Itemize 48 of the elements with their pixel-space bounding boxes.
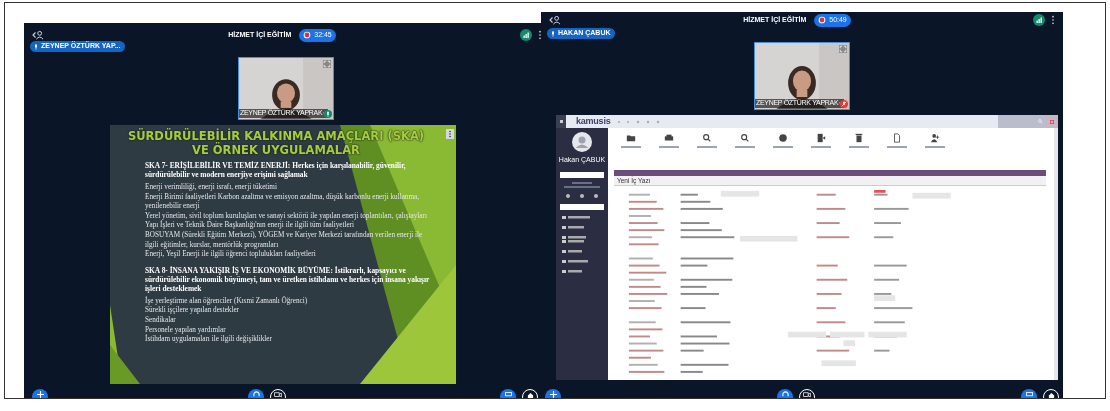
app-logo: kamusis	[576, 115, 611, 128]
plus-icon	[36, 391, 44, 398]
more-icon[interactable]	[1051, 15, 1055, 25]
record-icon	[818, 16, 827, 24]
document-icon	[892, 133, 902, 143]
signal-icon	[520, 29, 532, 41]
monitor-icon	[1025, 392, 1033, 397]
folder-icon	[626, 133, 636, 143]
circle-icon	[778, 133, 788, 143]
toolbar-button[interactable]	[618, 133, 644, 148]
search-field[interactable]	[998, 115, 1046, 128]
square-icon	[559, 120, 563, 123]
toolbar-button[interactable]	[656, 133, 682, 148]
toolbar-button[interactable]	[694, 133, 720, 148]
headset-icon	[252, 391, 260, 398]
fullscreen-icon[interactable]	[839, 45, 847, 53]
search-icon	[740, 133, 750, 143]
signal-icon	[1033, 14, 1045, 26]
toolbar-button[interactable]	[922, 133, 948, 148]
briefcase-icon	[664, 133, 674, 143]
home-icon	[526, 392, 534, 398]
record-icon	[303, 31, 312, 39]
home-icon	[1047, 392, 1055, 398]
participants-icon[interactable]	[549, 15, 561, 25]
camera-icon	[274, 392, 282, 398]
search-icon	[702, 133, 712, 143]
toolbar-button[interactable]	[808, 133, 834, 148]
toolbar-button[interactable]	[884, 133, 910, 148]
toolbar-button[interactable]	[732, 133, 758, 148]
search-icon	[1038, 119, 1043, 124]
more-icon[interactable]	[538, 30, 542, 40]
user-plus-icon	[930, 133, 940, 143]
fullscreen-icon[interactable]	[323, 60, 331, 68]
toolbar-button[interactable]	[846, 133, 872, 148]
menu-button[interactable]	[556, 115, 566, 128]
door-icon	[816, 133, 826, 143]
camera-icon	[803, 392, 811, 398]
microphone-icon	[34, 43, 38, 50]
toolbar-button[interactable]	[770, 133, 796, 148]
plus-icon	[549, 391, 557, 398]
headset-icon	[781, 391, 789, 398]
more-icon[interactable]	[446, 129, 454, 139]
monitor-icon	[504, 392, 512, 397]
participants-icon[interactable]	[32, 30, 44, 40]
avatar-icon	[572, 132, 592, 152]
microphone-icon	[551, 30, 555, 37]
exit-icon	[1050, 119, 1054, 124]
trash-icon	[854, 133, 864, 143]
